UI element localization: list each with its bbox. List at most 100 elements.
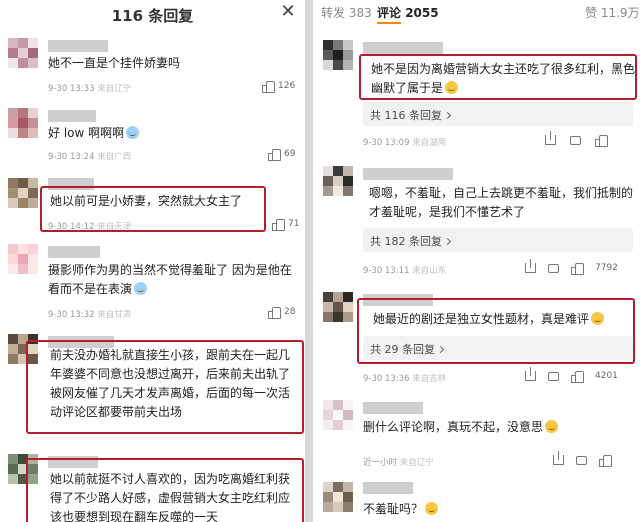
blurred-username[interactable] bbox=[363, 482, 413, 494]
avatar[interactable] bbox=[8, 334, 38, 364]
comment-text: 不羞耻吗？ bbox=[363, 500, 633, 519]
comment-icon[interactable] bbox=[570, 136, 581, 145]
close-icon[interactable]: ✕ bbox=[279, 3, 297, 21]
comment-meta: 9-30 13:09 来自湖南 bbox=[363, 138, 447, 148]
avatar[interactable] bbox=[323, 292, 353, 322]
emoji-icon bbox=[445, 81, 459, 94]
comment-actions bbox=[553, 451, 612, 467]
thumbs-up-icon[interactable] bbox=[571, 370, 584, 383]
comment-text: 嗯嗯，不羞耻，自己上去跳更不羞耻，我们抵制的才羞耻呢，是我们不懂艺术了 bbox=[369, 186, 634, 219]
comment-text: 前夫没办婚礼就直接生小孩，跟前夫在一起几年婆婆不同意也没想过离开，后来前夫出轨了… bbox=[50, 348, 291, 419]
thumbs-up-icon bbox=[268, 306, 281, 319]
avatar[interactable] bbox=[323, 166, 353, 196]
chevron-right-icon bbox=[443, 111, 452, 120]
comment-panel: 转发 383 评论 2055 赞 11.9万 她不是因为离婚营销大女主还吃了很多… bbox=[313, 0, 640, 522]
comment-meta: 9-30 13:32 来自甘肃 bbox=[48, 310, 132, 320]
avatar[interactable] bbox=[8, 38, 38, 68]
chevron-right-icon bbox=[443, 237, 452, 246]
tab-reposts[interactable]: 转发 383 bbox=[321, 4, 372, 21]
comment-icon[interactable] bbox=[548, 264, 559, 273]
comment-text: 好 low 啊啊啊 bbox=[48, 124, 298, 143]
list-item: 不羞耻吗？ bbox=[313, 480, 640, 522]
share-icon[interactable] bbox=[525, 367, 536, 381]
comment-meta: 近一小时 来自辽宁 bbox=[363, 458, 434, 468]
thumbs-up-icon[interactable] bbox=[571, 262, 584, 275]
list-item: 她以前就挺不讨人喜欢的，因为吃离婚红利获得了不少路人好感，虚假营销大女主吃红利应… bbox=[0, 452, 305, 522]
thumbs-up-icon[interactable] bbox=[595, 134, 608, 147]
view-replies-link[interactable]: 共 29 条回复 bbox=[370, 341, 445, 357]
avatar[interactable] bbox=[8, 454, 38, 484]
avatar[interactable] bbox=[8, 178, 38, 208]
avatar[interactable] bbox=[323, 40, 353, 70]
comment-actions: 7792 bbox=[525, 259, 618, 275]
emoji-icon bbox=[126, 126, 140, 139]
list-item: 嗯嗯，不羞耻，自己上去跳更不羞耻，我们抵制的才羞耻呢，是我们不懂艺术了 共 18… bbox=[313, 166, 640, 282]
view-replies-link[interactable]: 共 116 条回复 bbox=[370, 107, 452, 123]
comment-text: 她不一直是个挂件娇妻吗 bbox=[48, 56, 181, 70]
blurred-username[interactable] bbox=[363, 168, 453, 180]
reply-count-box[interactable]: 共 182 条回复 bbox=[363, 228, 633, 252]
avatar[interactable] bbox=[8, 108, 38, 138]
emoji-icon bbox=[134, 282, 148, 295]
panel-divider bbox=[305, 0, 313, 522]
reply-panel: 116 条回复 ✕ 她不一直是个挂件娇妻吗 9-30 13:33 来自辽宁 12… bbox=[0, 0, 305, 522]
blurred-username[interactable] bbox=[363, 42, 443, 54]
like-button[interactable]: 28 bbox=[268, 306, 295, 319]
comment-tabs: 转发 383 评论 2055 赞 11.9万 bbox=[313, 0, 640, 24]
reply-count-box[interactable]: 共 29 条回复 bbox=[363, 336, 633, 360]
comment-actions bbox=[545, 131, 608, 147]
blurred-username[interactable] bbox=[48, 456, 98, 468]
emoji-icon bbox=[545, 420, 559, 433]
avatar[interactable] bbox=[323, 482, 353, 512]
comment-text: 她以前就挺不讨人喜欢的，因为吃离婚红利获得了不少路人好感，虚假营销大女主吃红利应… bbox=[50, 472, 291, 522]
comment-meta: 9-30 13:33 来自辽宁 bbox=[48, 84, 132, 94]
share-icon[interactable] bbox=[525, 259, 536, 273]
tab-comments[interactable]: 评论 2055 bbox=[377, 4, 439, 21]
thumbs-up-icon bbox=[268, 148, 281, 161]
thumbs-up-icon[interactable] bbox=[599, 454, 612, 467]
reply-count-box[interactable]: 共 116 条回复 bbox=[363, 102, 633, 126]
reply-panel-title: 116 条回复 bbox=[111, 7, 194, 25]
list-item: 删什么评论啊，真玩不起，没意思 近一小时 来自辽宁 bbox=[313, 398, 640, 474]
blurred-username[interactable] bbox=[48, 178, 94, 190]
comment-icon[interactable] bbox=[576, 456, 587, 465]
blurred-username[interactable] bbox=[363, 294, 433, 306]
list-item: 摄影师作为男的当然不觉得羞耻了 因为是他在看而不是在表演 9-30 13:32 … bbox=[0, 244, 305, 324]
comment-text: 她以前可是小娇妻，突然就大女主了 bbox=[50, 194, 243, 208]
tab-likes[interactable]: 赞 11.9万 bbox=[585, 4, 640, 21]
comment-text: 她不是因为离婚营销大女主还吃了很多红利，黑色幽默了属于是 bbox=[371, 62, 636, 95]
comment-actions: 4201 bbox=[525, 367, 618, 383]
list-item: 她不是因为离婚营销大女主还吃了很多红利，黑色幽默了属于是 共 116 条回复 9… bbox=[313, 40, 640, 160]
reply-panel-header: 116 条回复 ✕ bbox=[0, 0, 305, 30]
thumbs-up-icon bbox=[272, 218, 285, 231]
comment-meta: 9-30 13:24 来自广西 bbox=[48, 152, 132, 162]
like-button[interactable]: 69 bbox=[268, 148, 295, 161]
like-button[interactable]: 71 bbox=[272, 218, 299, 231]
avatar[interactable] bbox=[323, 400, 353, 430]
list-item: 她最近的剧还是独立女性题材，真是难评 共 29 条回复 9-30 13:36 来… bbox=[313, 290, 640, 390]
list-item: 她不一直是个挂件娇妻吗 9-30 13:33 来自辽宁 126 bbox=[0, 38, 305, 100]
like-button[interactable]: 126 bbox=[262, 80, 295, 93]
emoji-icon bbox=[591, 312, 605, 325]
list-item: 前夫没办婚礼就直接生小孩，跟前夫在一起几年婆婆不同意也没想过离开，后来前夫出轨了… bbox=[0, 334, 305, 438]
share-icon[interactable] bbox=[545, 131, 556, 145]
comment-text: 她最近的剧还是独立女性题材，真是难评 bbox=[373, 310, 635, 329]
active-tab-indicator bbox=[377, 22, 401, 24]
comment-text: 删什么评论啊，真玩不起，没意思 bbox=[363, 418, 633, 437]
blurred-username[interactable] bbox=[363, 402, 423, 414]
comment-meta: 9-30 13:11 来自山东 bbox=[363, 266, 447, 276]
list-item: 好 low 啊啊啊 9-30 13:24 来自广西 69 bbox=[0, 108, 305, 168]
avatar[interactable] bbox=[8, 244, 38, 274]
blurred-username[interactable] bbox=[48, 40, 108, 52]
share-icon[interactable] bbox=[553, 451, 564, 465]
view-replies-link[interactable]: 共 182 条回复 bbox=[370, 233, 452, 249]
comment-meta: 9-30 14:12 来自天津 bbox=[48, 222, 132, 232]
list-item: 她以前可是小娇妻，突然就大女主了 9-30 14:12 来自天津 71 bbox=[0, 176, 305, 236]
blurred-username[interactable] bbox=[48, 110, 96, 122]
comment-text: 摄影师作为男的当然不觉得羞耻了 因为是他在看而不是在表演 bbox=[48, 263, 292, 296]
comment-meta: 9-30 13:36 来自吉林 bbox=[363, 374, 447, 384]
blurred-username[interactable] bbox=[48, 246, 100, 258]
thumbs-up-icon bbox=[262, 80, 275, 93]
chevron-right-icon bbox=[436, 345, 445, 354]
comment-icon[interactable] bbox=[548, 372, 559, 381]
